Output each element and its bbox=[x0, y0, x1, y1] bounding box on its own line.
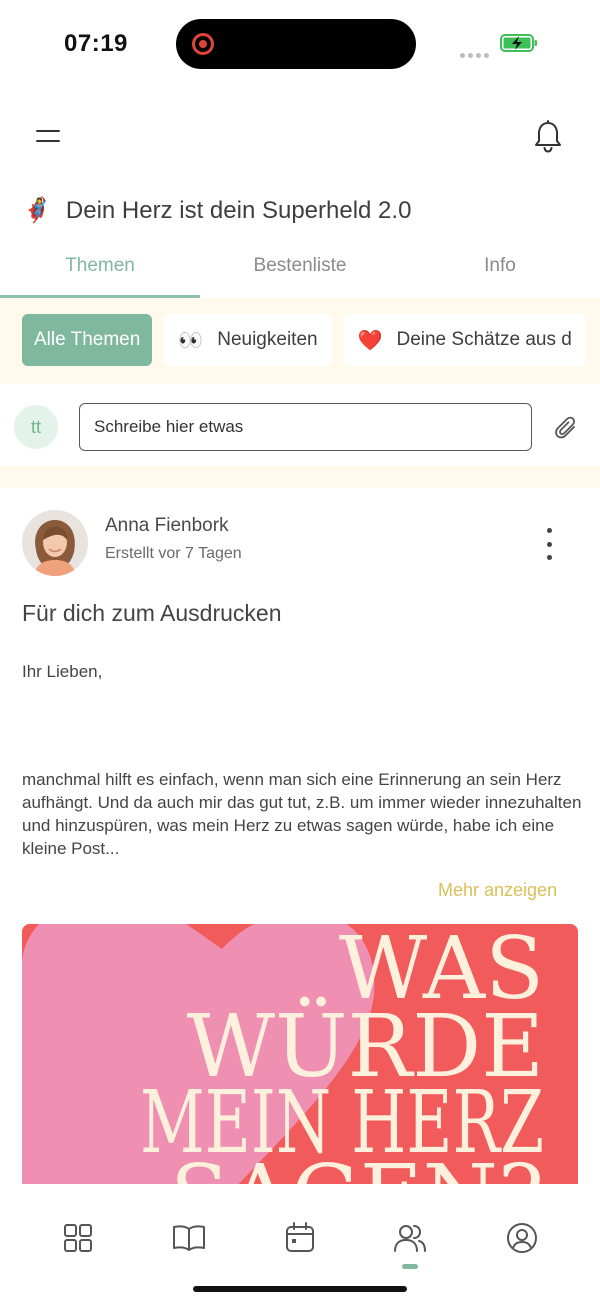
topic-filter-bar: Alle Themen 👀 Neuigkeiten ❤️ Deine Schät… bbox=[0, 298, 600, 384]
post-input[interactable] bbox=[79, 403, 532, 451]
post-title: Für dich zum Ausdrucken bbox=[22, 600, 282, 626]
paperclip-icon[interactable] bbox=[554, 415, 578, 441]
heart-emoji-icon: ❤️ bbox=[357, 329, 383, 352]
section-divider bbox=[0, 466, 600, 488]
menu-icon[interactable] bbox=[36, 126, 62, 146]
filter-chip-all-topics[interactable]: Alle Themen bbox=[22, 314, 153, 366]
dynamic-island bbox=[176, 19, 416, 69]
eyes-emoji-icon: 👀 bbox=[178, 329, 204, 352]
post-image[interactable]: WAS WÜRDE MEIN HERZ SAGEN? bbox=[22, 924, 578, 1184]
author-avatar[interactable] bbox=[22, 510, 88, 576]
battery-charging-icon bbox=[500, 34, 537, 52]
filter-chip-label: Alle Themen bbox=[34, 329, 141, 350]
community-icon[interactable] bbox=[390, 1218, 430, 1258]
tab-themen[interactable]: Themen bbox=[0, 248, 200, 298]
post-body: manchmal hilft es einfach, wenn man sich… bbox=[22, 770, 582, 858]
profile-icon[interactable] bbox=[502, 1218, 542, 1258]
user-avatar: tt bbox=[14, 405, 58, 449]
post-composer: tt bbox=[0, 384, 600, 466]
grid-icon[interactable] bbox=[58, 1218, 98, 1258]
filter-chip-news[interactable]: 👀 Neuigkeiten bbox=[164, 314, 332, 366]
tab-bestenliste[interactable]: Bestenliste bbox=[200, 248, 400, 298]
calendar-icon[interactable] bbox=[280, 1218, 320, 1258]
poster-line-4: SAGEN? bbox=[170, 1147, 544, 1184]
poster-graphic: WAS WÜRDE MEIN HERZ SAGEN? bbox=[22, 924, 578, 1184]
show-more-link[interactable]: Mehr anzeigen bbox=[438, 880, 557, 901]
author-name[interactable]: Anna Fienbork bbox=[105, 515, 229, 537]
post-greeting: Ihr Lieben, bbox=[22, 662, 103, 681]
tab-bar: Themen Bestenliste Info bbox=[0, 248, 600, 298]
active-tab-indicator bbox=[402, 1264, 418, 1269]
recording-icon bbox=[192, 33, 214, 55]
page-title: 🦸‍♀️ Dein Herz ist dein Superheld 2.0 bbox=[22, 196, 411, 225]
group-name: Dein Herz ist dein Superheld 2.0 bbox=[65, 196, 412, 224]
tab-info[interactable]: Info bbox=[400, 248, 600, 298]
filter-chip-label: Neuigkeiten bbox=[217, 329, 318, 350]
filter-chip-treasures[interactable]: ❤️ Deine Schätze aus d bbox=[343, 314, 586, 366]
superhero-emoji-icon: 🦸‍♀️ bbox=[22, 197, 52, 224]
author-photo bbox=[22, 510, 88, 576]
book-icon[interactable] bbox=[169, 1218, 209, 1258]
more-options-icon[interactable] bbox=[540, 528, 558, 560]
status-bar: 07:19 bbox=[0, 0, 600, 90]
notifications-bell-icon[interactable] bbox=[532, 120, 564, 154]
bottom-navigation bbox=[0, 1184, 600, 1304]
status-time: 07:19 bbox=[64, 30, 128, 57]
home-indicator[interactable] bbox=[193, 1286, 407, 1292]
post-timestamp: Erstellt vor 7 Tagen bbox=[105, 545, 242, 562]
filter-chip-label: Deine Schätze aus d bbox=[396, 329, 572, 350]
signal-icon bbox=[460, 45, 492, 63]
